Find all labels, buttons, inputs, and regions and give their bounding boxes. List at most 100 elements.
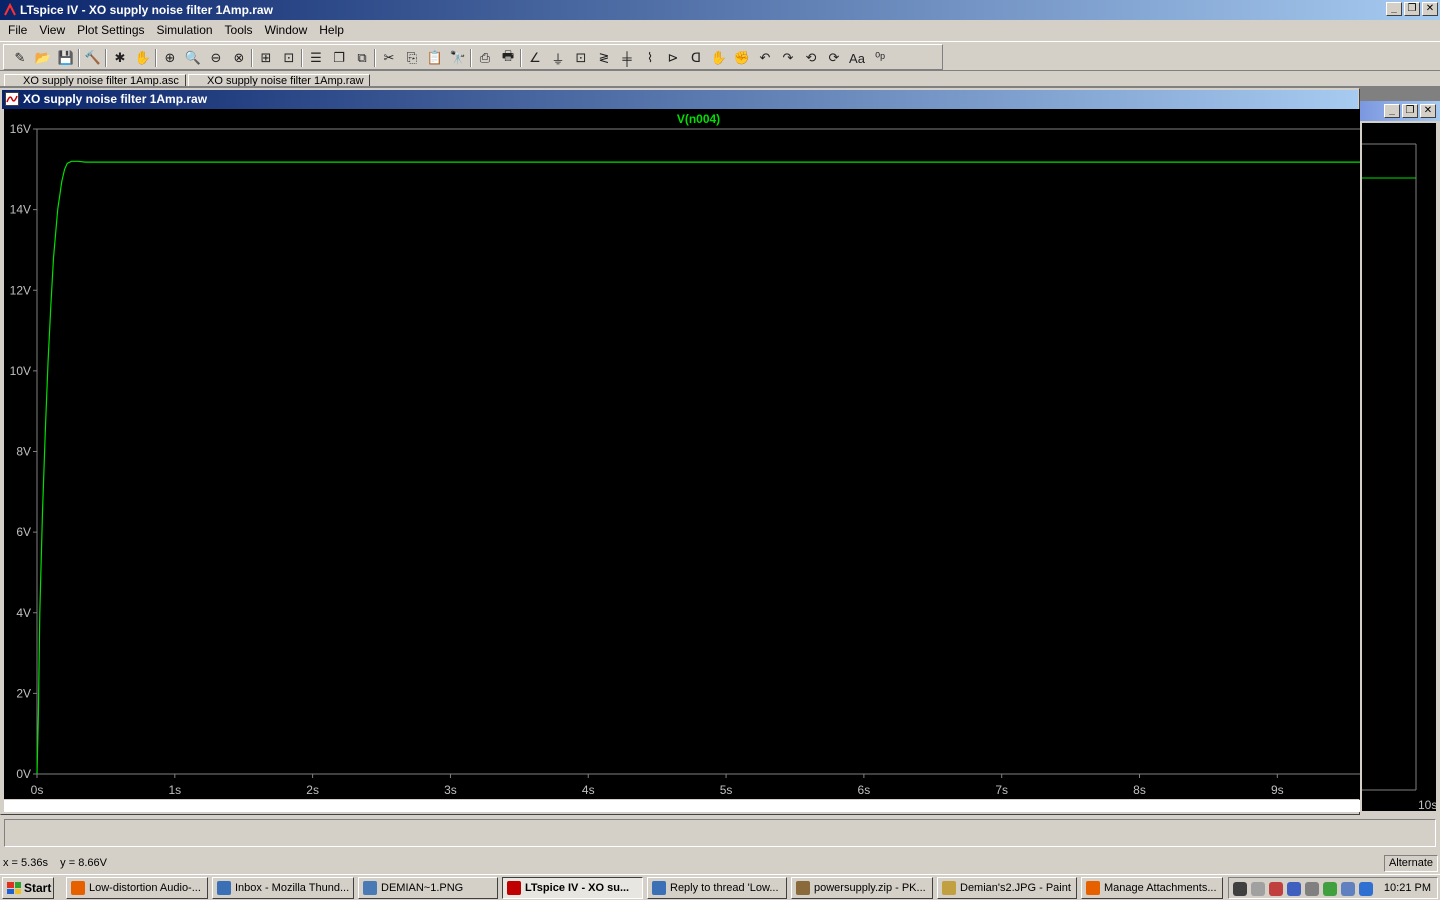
taskbar-button[interactable]: Inbox - Mozilla Thund...	[212, 877, 354, 899]
cut-icon[interactable]: ✂	[379, 48, 399, 68]
background-plot-window[interactable]: _ ❐ ✕ 10s	[1358, 101, 1440, 815]
toolbar: ✎ 📂 💾 🔨 ✱ ✋ ⊕ 🔍 ⊖ ⊗ ⊞ ⊡ ☰ ❐ ⧉ ✂ ⎘ 📋 🔭 ⎙ 🖶 ∠ ⏚ ⊡ ≷ ╪ ⌇ ⊳ ᗡ ✋ ✊ ↶ ↷ ⟲ ⟳ Aa ⁰ᵖ	[0, 41, 1440, 71]
x-tick-label: 2s	[306, 783, 319, 797]
taskbar-app-icon	[942, 881, 956, 895]
taskbar-app-icon	[796, 881, 810, 895]
restore-button[interactable]: ❐	[1404, 2, 1420, 16]
diode-icon[interactable]: ⊳	[663, 48, 683, 68]
taskbar-button[interactable]: powersupply.zip - PK...	[791, 877, 933, 899]
taskbar-button-label: Low-distortion Audio-...	[89, 882, 201, 894]
x-tick-label: 5s	[720, 783, 733, 797]
zoom-in-icon[interactable]: ⊕	[160, 48, 180, 68]
taskbar-button[interactable]: DEMIAN~1.PNG	[358, 877, 498, 899]
label-icon[interactable]: ⊡	[571, 48, 591, 68]
document-tabs: XO supply noise filter 1Amp.asc XO suppl…	[0, 72, 1440, 86]
series-line-vn004[interactable]	[36, 160, 1360, 775]
tab-waveform[interactable]: XO supply noise filter 1Amp.raw	[188, 74, 370, 86]
command-field[interactable]	[4, 819, 1436, 847]
background-window-title-bar[interactable]: _ ❐ ✕	[1358, 101, 1440, 121]
taskbar-button[interactable]: Reply to thread 'Low...	[647, 877, 787, 899]
taskbar-button[interactable]: Manage Attachments...	[1081, 877, 1223, 899]
window-title: LTspice IV - XO supply noise filter 1Amp…	[20, 3, 273, 17]
y-tick-label: 14V	[10, 203, 31, 217]
save-icon[interactable]: 💾	[56, 48, 76, 68]
tab-schematic[interactable]: XO supply noise filter 1Amp.asc	[4, 74, 186, 86]
tray-network-icon[interactable]	[1287, 882, 1301, 896]
taskbar: Start Low-distortion Audio-... Inbox - Mo…	[0, 874, 1440, 900]
resistor-icon[interactable]: ≷	[594, 48, 614, 68]
waveform-window[interactable]: XO supply noise filter 1Amp.raw 0V 2V 4V 6V…	[0, 88, 1360, 815]
bg-close-button[interactable]: ✕	[1420, 104, 1436, 118]
print-preview-icon[interactable]: ⎙	[475, 48, 495, 68]
text-icon[interactable]: Aa	[847, 48, 867, 68]
waveform-window-title-bar[interactable]: XO supply noise filter 1Amp.raw	[2, 90, 1358, 109]
tray-security-icon[interactable]	[1269, 882, 1283, 896]
paste-icon[interactable]: 📋	[425, 48, 445, 68]
copy-icon[interactable]: ⎘	[402, 48, 422, 68]
taskbar-button[interactable]: Demian's2.JPG - Paint	[937, 877, 1077, 899]
drag-icon[interactable]: ✊	[732, 48, 752, 68]
redo-icon[interactable]: ↷	[778, 48, 798, 68]
taskbar-app-icon	[71, 881, 85, 895]
plot-window-bottom-strip	[4, 800, 1360, 812]
minimize-button[interactable]: _	[1386, 2, 1402, 16]
tab-waveform-label: XO supply noise filter 1Amp.raw	[207, 75, 364, 86]
trace-label[interactable]: V(n004)	[677, 112, 720, 126]
tile-vertical-icon[interactable]: ⧉	[352, 48, 372, 68]
bg-minimize-button[interactable]: _	[1384, 104, 1400, 118]
tray-update-icon[interactable]	[1323, 882, 1337, 896]
tray-display-icon[interactable]	[1341, 882, 1355, 896]
new-schematic-icon[interactable]: ✎	[10, 48, 30, 68]
zoom-out-icon[interactable]: ⊖	[206, 48, 226, 68]
taskbar-button[interactable]: Low-distortion Audio-...	[66, 877, 208, 899]
mirror-icon[interactable]: ⟳	[824, 48, 844, 68]
component-icon[interactable]: ᗡ	[686, 48, 706, 68]
taskbar-button-label: Demian's2.JPG - Paint	[960, 882, 1071, 894]
find-icon[interactable]: 🔭	[448, 48, 468, 68]
zoom-cancel-icon[interactable]: ⊗	[229, 48, 249, 68]
y-tick-label: 8V	[16, 445, 31, 459]
menu-file[interactable]: File	[2, 23, 33, 37]
autorange-icon[interactable]: ⊞	[256, 48, 276, 68]
menu-simulation[interactable]: Simulation	[151, 23, 219, 37]
y-tick-label: 10V	[10, 364, 31, 378]
wire-icon[interactable]: ∠	[525, 48, 545, 68]
plot-pane[interactable]: 0V 2V 4V 6V 8V 10V 12V 14V 16V 0s 1s 2s 3s 4s 5s 6s 7s 8s…	[4, 109, 1360, 799]
status-mode: Alternate	[1383, 855, 1438, 872]
capacitor-icon[interactable]: ╪	[617, 48, 637, 68]
menu-plot-settings[interactable]: Plot Settings	[71, 23, 150, 37]
app-title-bar[interactable]: LTspice IV - XO supply noise filter 1Amp…	[0, 0, 1440, 20]
cursor-coordinates: x = 5.36s y = 8.66V	[3, 857, 107, 869]
tray-printer-icon[interactable]	[1251, 882, 1265, 896]
taskbar-button[interactable]: LTspice IV - XO su...	[502, 877, 643, 899]
tray-bluetooth-icon[interactable]	[1359, 882, 1373, 896]
close-button[interactable]: ✕	[1422, 2, 1438, 16]
inductor-icon[interactable]: ⌇	[640, 48, 660, 68]
bg-restore-button[interactable]: ❐	[1402, 104, 1418, 118]
y-tick-label: 4V	[16, 606, 31, 620]
menu-help[interactable]: Help	[313, 23, 350, 37]
tray-steam-icon[interactable]	[1233, 882, 1247, 896]
tray-volume-icon[interactable]	[1305, 882, 1319, 896]
tile-horizontal-icon[interactable]: ☰	[306, 48, 326, 68]
spice-directive-icon[interactable]: ⁰ᵖ	[870, 48, 890, 68]
zoom-full-icon[interactable]: 🔍	[183, 48, 203, 68]
waveform-chart[interactable]: 0V 2V 4V 6V 8V 10V 12V 14V 16V 0s 1s 2s 3s 4s 5s 6s 7s 8s…	[4, 109, 1360, 799]
menu-tools[interactable]: Tools	[219, 23, 259, 37]
toolbar-separator	[520, 49, 522, 67]
mark-unconnected-icon[interactable]: ⊡	[279, 48, 299, 68]
menu-view[interactable]: View	[33, 23, 71, 37]
run-icon[interactable]: ✱	[110, 48, 130, 68]
print-icon[interactable]: 🖶	[498, 48, 518, 68]
x-tick-label: 8s	[1133, 783, 1146, 797]
cascade-icon[interactable]: ❐	[329, 48, 349, 68]
halt-icon[interactable]: ✋	[133, 48, 153, 68]
menu-window[interactable]: Window	[259, 23, 314, 37]
rotate-icon[interactable]: ⟲	[801, 48, 821, 68]
ground-icon[interactable]: ⏚	[548, 48, 568, 68]
undo-icon[interactable]: ↶	[755, 48, 775, 68]
move-icon[interactable]: ✋	[709, 48, 729, 68]
control-panel-icon[interactable]: 🔨	[83, 48, 103, 68]
open-icon[interactable]: 📂	[33, 48, 53, 68]
start-button[interactable]: Start	[2, 877, 54, 899]
